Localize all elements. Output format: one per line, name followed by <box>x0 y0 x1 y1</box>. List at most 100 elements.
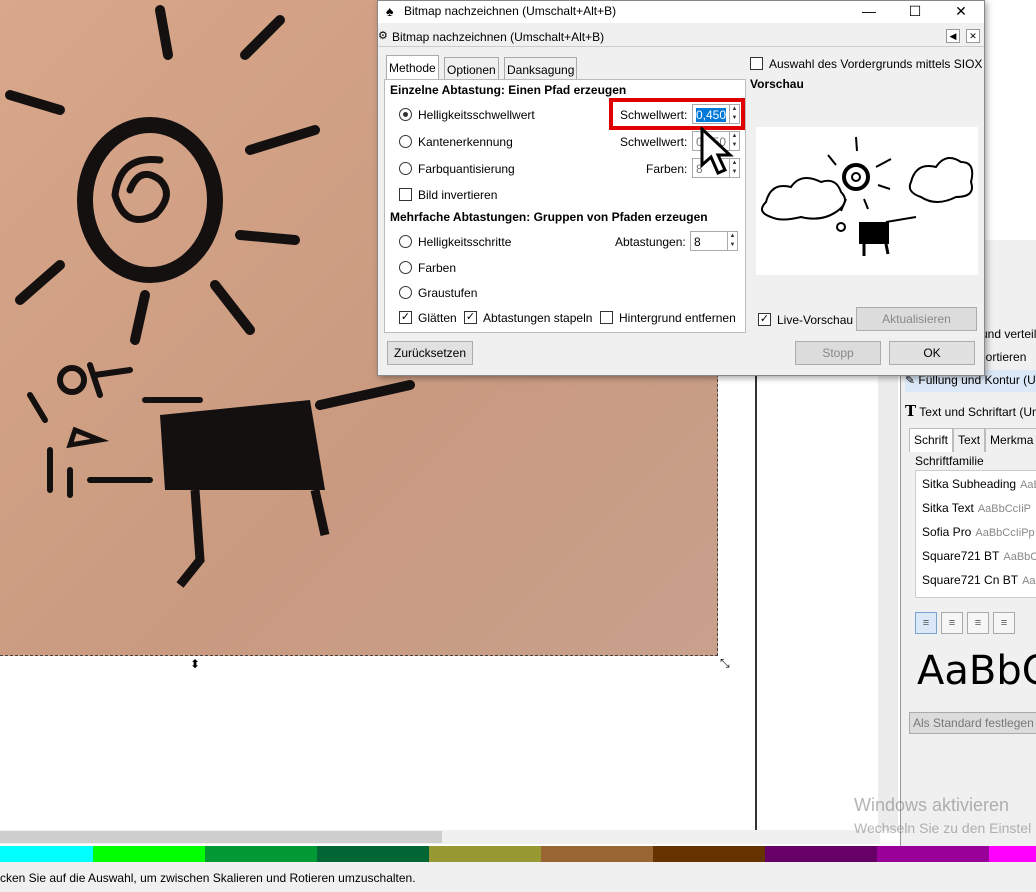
scale-handle-corner[interactable]: ⤡ <box>720 656 730 671</box>
edge-detection-radio[interactable] <box>399 135 412 148</box>
invert-image-label: Bild invertieren <box>418 188 498 202</box>
dialog-subheader: ⚙ Bitmap nachzeichnen (Umschalt+Alt+B) ◀… <box>378 25 984 47</box>
activation-watermark-subtitle: Wechseln Sie zu den Einstel <box>854 820 1032 836</box>
remove-background-label: Hintergrund entfernen <box>619 311 736 325</box>
align-left-icon[interactable]: ≡ <box>915 612 937 634</box>
tab-features[interactable]: Merkma <box>985 428 1036 452</box>
inkscape-logo-icon: ♠ <box>386 3 394 19</box>
edge-detection-label: Kantenerkennung <box>418 135 513 149</box>
palette-swatch[interactable] <box>93 846 205 862</box>
font-item[interactable]: Square721 BT AaBbC <box>916 543 1036 567</box>
font-family-label: Schriftfamilie <box>915 454 984 468</box>
align-center-icon[interactable]: ≡ <box>941 612 963 634</box>
multi-colors-label: Farben <box>418 261 457 275</box>
smooth-checkbox[interactable]: ✓ <box>399 311 412 324</box>
minimize-button[interactable]: — <box>846 1 892 23</box>
dock-close-icon[interactable]: ✕ <box>966 29 980 43</box>
dock-row-distribute[interactable]: und verteil <box>981 324 1036 346</box>
siox-checkbox[interactable] <box>750 57 763 70</box>
colors-param-label: Farben: <box>646 162 688 176</box>
dialog-titlebar[interactable]: ♠ Bitmap nachzeichnen (Umschalt+Alt+B) —… <box>378 1 984 23</box>
trace-preview-drawing <box>761 136 974 256</box>
stack-scans-label: Abtastungen stapeln <box>483 311 593 325</box>
font-preview-sample: AaBbCc <box>917 648 1036 694</box>
close-button[interactable]: ✕ <box>938 1 984 23</box>
canvas-divider <box>755 376 757 831</box>
canvas-vertical-scrollbar[interactable] <box>878 376 898 831</box>
font-item[interactable]: Sofia Pro AaBbCcIiPp <box>916 519 1036 543</box>
color-quantization-radio[interactable] <box>399 162 412 175</box>
font-name: Square721 Cn BT <box>922 573 1019 587</box>
font-item[interactable]: Sitka Text AaBbCcIiP <box>916 495 1036 519</box>
scans-spinbox[interactable]: 8 ▲ ▼ <box>690 231 738 251</box>
stack-scans-checkbox[interactable]: ✓ <box>464 311 477 324</box>
font-item[interactable]: Square721 Cn BTAaB <box>916 567 1036 591</box>
scans-param-label: Abtastungen: <box>615 235 686 249</box>
threshold-highlight-box <box>609 98 745 130</box>
smooth-label: Glätten <box>418 311 457 325</box>
activation-watermark-title: Windows aktivieren <box>854 795 1010 815</box>
palette-swatch[interactable] <box>989 846 1036 862</box>
tab-method[interactable]: Methode <box>386 55 439 79</box>
spin-arrows-icon[interactable]: ▲ ▼ <box>727 232 737 250</box>
dock-row-export[interactable]: portieren <box>979 347 1036 369</box>
color-palette[interactable] <box>0 846 1036 862</box>
trace-bitmap-dialog: ♠ Bitmap nachzeichnen (Umschalt+Alt+B) —… <box>377 0 985 376</box>
palette-swatch[interactable] <box>0 846 93 862</box>
status-message: cken Sie auf die Auswahl, um zwischen Sk… <box>0 871 416 885</box>
live-preview-checkbox[interactable]: ✓ <box>758 313 771 326</box>
canvas-horizontal-scroll-thumb[interactable] <box>0 831 442 843</box>
scale-handle-bottom[interactable]: ⬍ <box>190 657 200 671</box>
tab-options[interactable]: Optionen <box>444 57 499 79</box>
palette-swatch[interactable] <box>429 846 541 862</box>
dock-arrow-icon[interactable]: ◀ <box>946 29 960 43</box>
dock-row-text-font-label: Text und Schriftart (Um <box>919 405 1036 419</box>
font-sample: AaB <box>1020 479 1036 491</box>
brightness-steps-radio[interactable] <box>399 235 412 248</box>
brightness-threshold-label: Helligkeitsschwellwert <box>418 108 535 122</box>
palette-swatch[interactable] <box>541 846 653 862</box>
grayscale-radio[interactable] <box>399 286 412 299</box>
tab-credits[interactable]: Danksagung <box>504 57 578 79</box>
align-right-icon[interactable]: ≡ <box>967 612 989 634</box>
ok-button[interactable]: OK <box>889 341 975 365</box>
trace-bitmap-icon: ⚙ <box>378 30 388 42</box>
font-name: Sitka Subheading <box>922 477 1017 491</box>
stop-button[interactable]: Stopp <box>795 341 881 365</box>
siox-label: Auswahl des Vordergrunds mittels SIOX <box>769 57 983 71</box>
font-name: Sofia Pro <box>922 525 972 539</box>
multi-colors-radio[interactable] <box>399 261 412 274</box>
align-justify-icon[interactable]: ≡ <box>993 612 1015 634</box>
remove-background-checkbox[interactable] <box>600 311 613 324</box>
palette-swatch[interactable] <box>765 846 877 862</box>
set-default-button[interactable]: Als Standard festlegen <box>909 712 1036 734</box>
tab-text[interactable]: Text <box>953 428 986 452</box>
brightness-steps-label: Helligkeitsschritte <box>418 235 512 249</box>
color-quantization-label: Farbquantisierung <box>418 162 515 176</box>
palette-swatch[interactable] <box>877 846 989 862</box>
font-name: Square721 BT <box>922 549 1000 563</box>
text-tool-icon: T <box>905 402 917 420</box>
palette-swatch[interactable] <box>205 846 317 862</box>
font-name: Sitka Text <box>922 501 974 515</box>
palette-swatch[interactable] <box>317 846 429 862</box>
trace-preview <box>756 127 978 275</box>
palette-swatch[interactable] <box>653 846 765 862</box>
font-dialog-tabs: Schrift Text Merkma <box>909 428 1036 452</box>
preview-heading: Vorschau <box>750 77 804 91</box>
font-family-list[interactable]: Sitka SubheadingAaB Sitka TextAaBbCcIiP … <box>915 470 1036 598</box>
tab-font[interactable]: Schrift <box>909 428 954 452</box>
dialog-window-title: Bitmap nachzeichnen (Umschalt+Alt+B) <box>404 4 617 18</box>
status-bar: cken Sie auf die Auswahl, um zwischen Sk… <box>0 862 1036 892</box>
scans-value: 8 <box>694 235 701 249</box>
font-item[interactable]: Sitka SubheadingAaB <box>916 471 1036 495</box>
font-sample: AaB <box>1022 575 1036 587</box>
reset-button[interactable]: Zurücksetzen <box>387 341 473 365</box>
maximize-button[interactable]: ☐ <box>892 1 938 23</box>
update-button[interactable]: Aktualisieren <box>856 307 977 331</box>
edge-threshold-param-label: Schwellwert: <box>620 135 688 149</box>
dock-row-text-font[interactable]: T Text und Schriftart (Um <box>905 399 1036 421</box>
brightness-threshold-radio[interactable] <box>399 108 412 121</box>
invert-image-checkbox[interactable] <box>399 188 412 201</box>
live-preview-label: Live-Vorschau <box>777 313 854 327</box>
